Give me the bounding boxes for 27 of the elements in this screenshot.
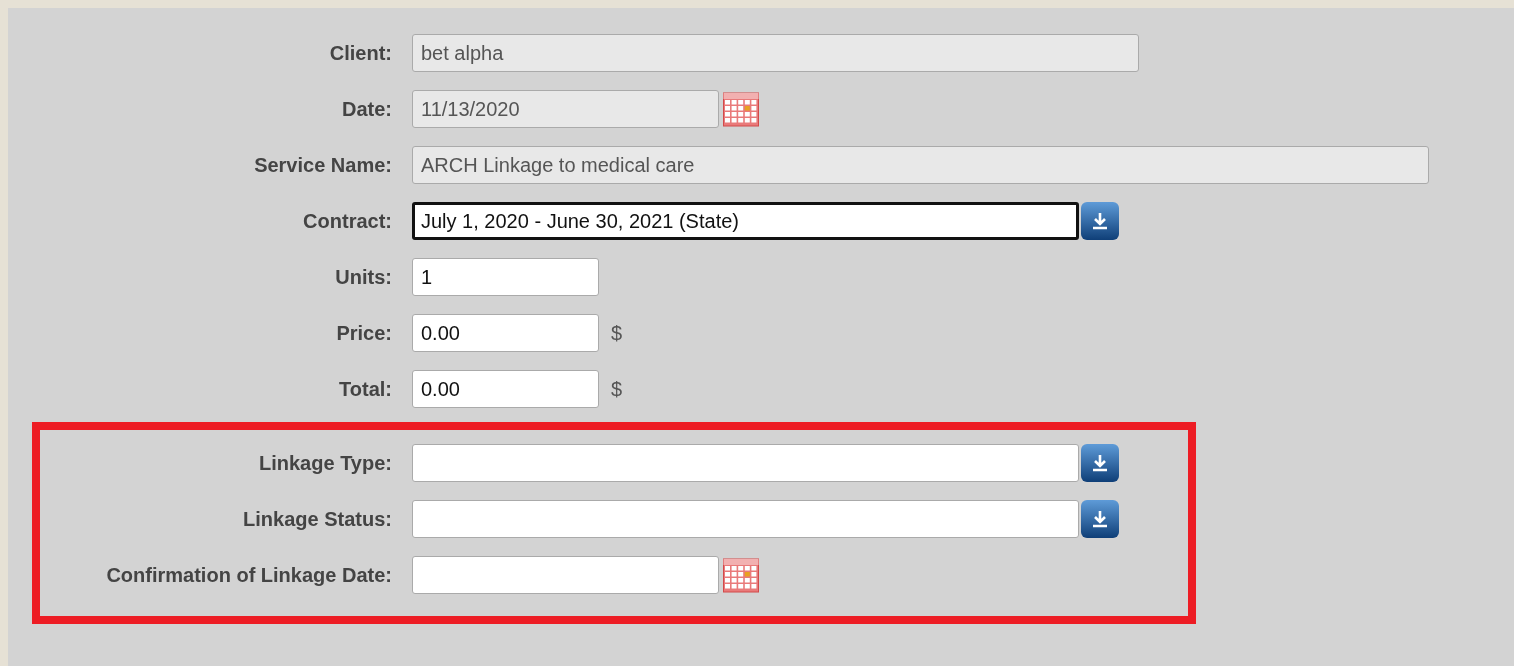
calendar-icon[interactable] [723, 557, 759, 593]
input-field[interactable]: 0.00 [412, 370, 599, 408]
input-field[interactable]: July 1, 2020 - June 30, 2021 (State) [412, 202, 1079, 240]
field-label: Units: [334, 265, 392, 289]
currency-suffix: $ [611, 377, 623, 401]
field-label: Confirmation of Linkage Date: [105, 563, 392, 587]
field-label: Contract: [302, 209, 392, 233]
calendar-icon[interactable] [723, 91, 759, 127]
field-label: Client: [328, 41, 392, 65]
download-arrow-icon [1090, 509, 1110, 529]
field-label: Linkage Status: [242, 507, 392, 531]
field-label: Price: [335, 321, 392, 345]
download-arrow-icon [1090, 453, 1110, 473]
field-label: Date: [341, 97, 392, 121]
input-field[interactable]: 0.00 [412, 314, 599, 352]
download-arrow-icon [1090, 211, 1110, 231]
currency-suffix: $ [611, 321, 623, 345]
input-field[interactable]: 1 [412, 258, 599, 296]
field-label: Linkage Type: [258, 451, 392, 475]
input-field[interactable] [412, 556, 719, 594]
field-label: Service Name: [253, 153, 392, 177]
dropdown-button[interactable] [1081, 202, 1119, 240]
input-field[interactable] [412, 444, 1079, 482]
field-label: Total: [338, 377, 392, 401]
dropdown-button[interactable] [1081, 500, 1119, 538]
dropdown-button[interactable] [1081, 444, 1119, 482]
input-field[interactable] [412, 500, 1079, 538]
